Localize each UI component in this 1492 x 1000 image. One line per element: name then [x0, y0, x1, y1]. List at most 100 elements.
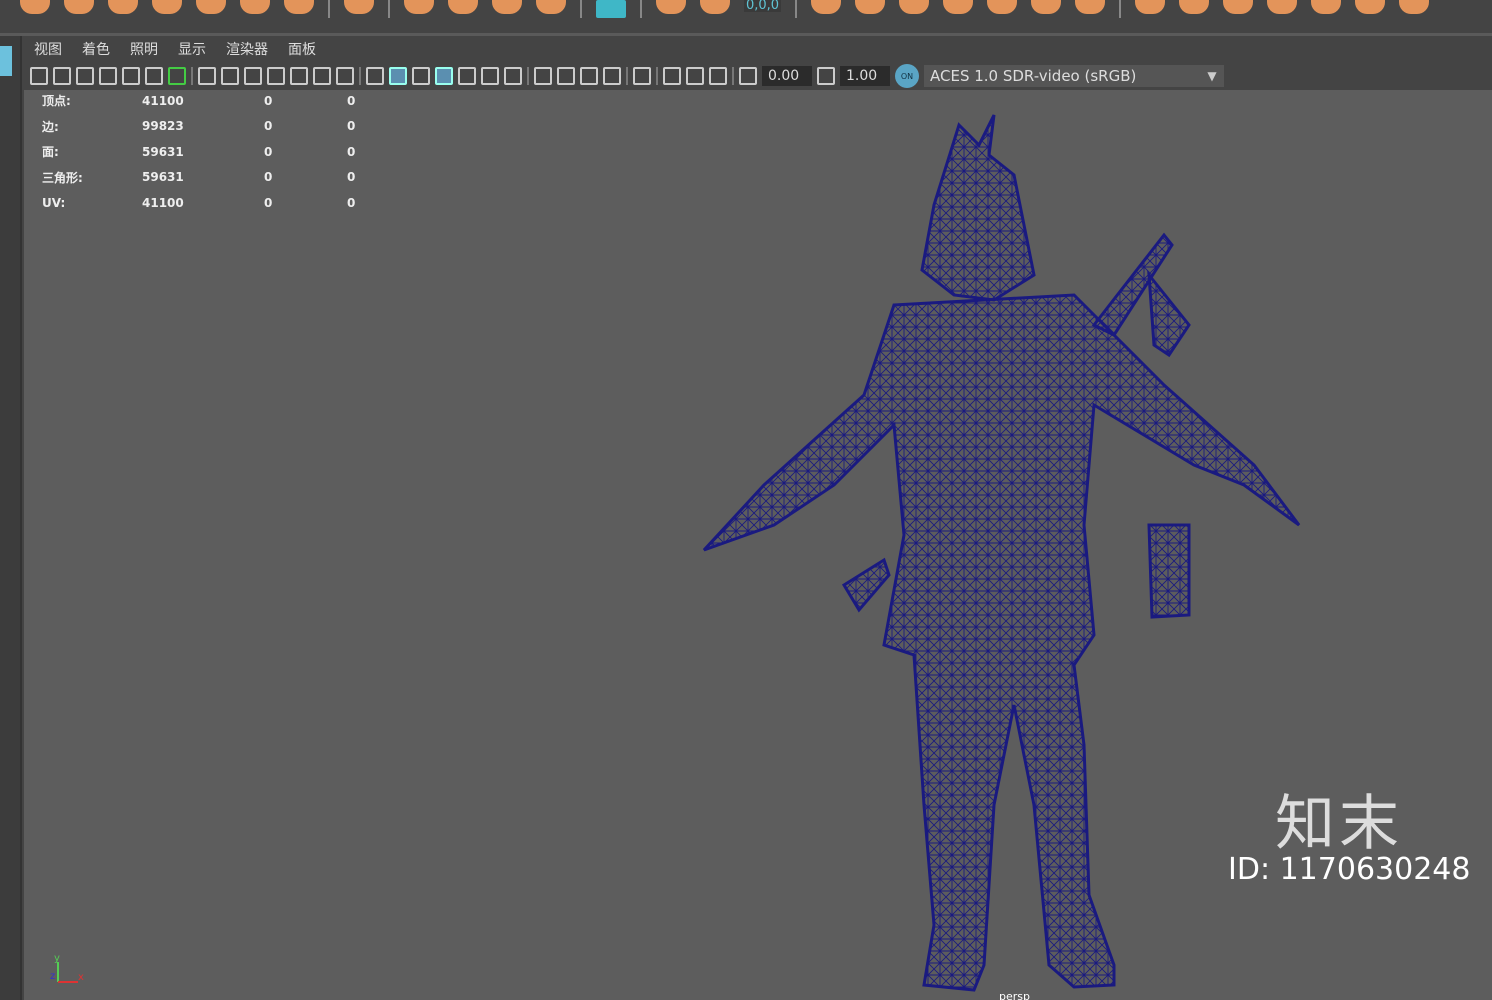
shelf-tool-2[interactable]	[64, 0, 94, 14]
wireframe-model[interactable]	[694, 105, 1314, 1000]
shelf-tool-34[interactable]	[1355, 0, 1386, 14]
gamma-icon[interactable]	[817, 67, 835, 85]
safe-title-icon[interactable]	[336, 67, 354, 85]
shelf-tool-14[interactable]	[536, 0, 566, 14]
shelf-tool-4[interactable]	[152, 0, 182, 14]
hud-value: 99823	[142, 119, 184, 134]
shelf-tool-6[interactable]	[240, 0, 270, 14]
hud-label: 顶点:	[42, 94, 71, 109]
hud-selected: 0	[264, 93, 273, 108]
hud-row: 面: 59631 0 0	[42, 139, 355, 165]
wireframe-on-shaded-icon[interactable]	[435, 67, 453, 85]
watermark-logo: 知末	[1275, 789, 1403, 859]
poly-count-hud: 顶点: 41100 0 0 边: 99823 0 0 面: 59631 0 0 三角形: 59631 0 0 U…	[42, 90, 355, 216]
shelf-tool-16[interactable]	[596, 0, 626, 18]
shelf-tool-24[interactable]	[943, 0, 974, 14]
hud-label: 三角形:	[42, 170, 83, 185]
color-management-toggle[interactable]: ON	[895, 64, 919, 88]
panel-toolbar: 0.00 1.00 ON ACES 1.0 SDR-video (sRGB) ▼	[24, 62, 1492, 90]
hud-selected: 0	[264, 119, 273, 134]
shelf-tool-31[interactable]	[1223, 0, 1254, 14]
shelf-tool-33[interactable]	[1311, 0, 1342, 14]
panel-menu-item[interactable]: 面板	[288, 39, 316, 59]
shelf-tool-30[interactable]	[1179, 0, 1210, 14]
exposure-field[interactable]: 0.00	[762, 66, 812, 86]
shelf-tool-12[interactable]	[448, 0, 478, 14]
shelf-tool-13[interactable]	[492, 0, 522, 14]
model-geometry	[702, 114, 1301, 992]
panel-menu-item[interactable]: 显示	[178, 39, 206, 59]
toolbar-separator	[732, 67, 734, 85]
select-tool-button[interactable]	[0, 46, 12, 76]
shelf-tool-5[interactable]	[196, 0, 226, 14]
shelf-tool-21[interactable]	[811, 0, 842, 14]
hud-count: 0	[347, 119, 356, 134]
backface-icon[interactable]	[709, 67, 727, 85]
shelf-separator	[580, 0, 582, 18]
hud-label: 边:	[42, 119, 59, 134]
panel-menu-item[interactable]: 渲染器	[226, 39, 268, 59]
hud-label: UV:	[42, 195, 66, 210]
panel-menu-bar: 视图 着色 照明 显示 渲染器 面板	[24, 36, 1492, 62]
xray-joints-icon[interactable]	[663, 67, 681, 85]
toolbar-separator	[191, 67, 193, 85]
shelf-tool-11[interactable]	[404, 0, 434, 14]
motion-blur-icon[interactable]	[557, 67, 575, 85]
xray-icon[interactable]	[458, 67, 476, 85]
pivot-coordinate-readout[interactable]: 0,0,0	[744, 0, 782, 12]
shelf-tool-1[interactable]	[20, 0, 50, 14]
view-transform-dropdown[interactable]: ACES 1.0 SDR-video (sRGB) ▼	[924, 65, 1224, 87]
panel-menu-item[interactable]: 视图	[34, 39, 62, 59]
screen-space-ao-icon[interactable]	[534, 67, 552, 85]
safe-action-icon[interactable]	[313, 67, 331, 85]
view-transform-value: ACES 1.0 SDR-video (sRGB)	[930, 67, 1137, 85]
gamma-field[interactable]: 1.00	[840, 66, 890, 86]
shelf-tool-35[interactable]	[1399, 0, 1430, 14]
shelf-tool-9[interactable]	[344, 0, 374, 14]
panel-menu-item[interactable]: 照明	[130, 39, 158, 59]
shelf-tool-3[interactable]	[108, 0, 138, 14]
grease-pencil-icon[interactable]	[168, 67, 186, 85]
shelf-separator	[795, 0, 798, 18]
multisample-aa-icon[interactable]	[580, 67, 598, 85]
chevron-down-icon[interactable]: ▼	[1200, 69, 1224, 83]
lock-camera-icon[interactable]	[53, 67, 71, 85]
hud-value: 41100	[142, 195, 184, 210]
shelf-separator	[388, 0, 390, 18]
image-plane-icon[interactable]	[122, 67, 140, 85]
shelf-tool-25[interactable]	[987, 0, 1018, 14]
shelf-tool-26[interactable]	[1031, 0, 1062, 14]
wireframe-icon[interactable]	[366, 67, 384, 85]
isolate-select-icon[interactable]	[633, 67, 651, 85]
shelf-tool-22[interactable]	[855, 0, 886, 14]
film-gate-icon[interactable]	[221, 67, 239, 85]
hud-count: 0	[347, 93, 356, 108]
watermark-id: ID: 1170630248	[1228, 852, 1471, 887]
toolbar-separator	[527, 67, 529, 85]
shelf-tool-29[interactable]	[1135, 0, 1166, 14]
camera-attr-icon[interactable]	[76, 67, 94, 85]
lights-icon[interactable]	[481, 67, 499, 85]
camera-icon[interactable]	[30, 67, 48, 85]
gate-mask-icon[interactable]	[267, 67, 285, 85]
camera-name-label: persp	[999, 990, 1030, 1000]
grid-icon[interactable]	[198, 67, 216, 85]
panel-menu-item[interactable]: 着色	[82, 39, 110, 59]
hud-value: 41100	[142, 93, 184, 108]
depth-of-field-icon[interactable]	[603, 67, 621, 85]
shelf-tool-23[interactable]	[899, 0, 930, 14]
shelf-tool-19[interactable]	[700, 0, 730, 14]
shelf-tool-27[interactable]	[1075, 0, 1106, 14]
exposure-icon[interactable]	[739, 67, 757, 85]
field-chart-icon[interactable]	[290, 67, 308, 85]
bookmark-icon[interactable]	[99, 67, 117, 85]
resolution-gate-icon[interactable]	[244, 67, 262, 85]
shelf-tool-7[interactable]	[284, 0, 314, 14]
shadows-icon[interactable]	[504, 67, 522, 85]
xray-active-icon[interactable]	[686, 67, 704, 85]
default-material-icon[interactable]	[412, 67, 430, 85]
2d-pan-zoom-icon[interactable]	[145, 67, 163, 85]
smooth-shade-icon[interactable]	[389, 67, 407, 85]
shelf-tool-18[interactable]	[656, 0, 686, 14]
shelf-tool-32[interactable]	[1267, 0, 1298, 14]
